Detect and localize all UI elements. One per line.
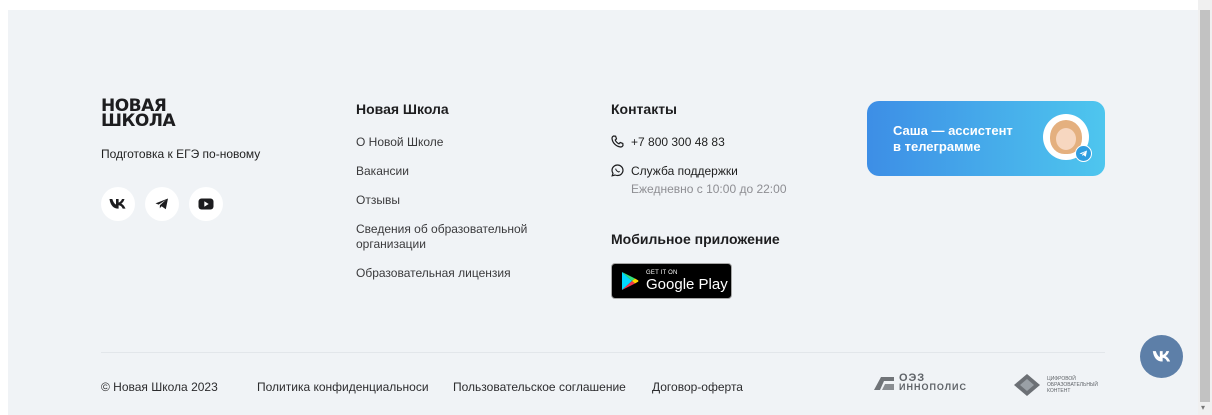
google-play-icon: [622, 272, 639, 290]
page-scrollbar[interactable]: ▾: [1198, 0, 1212, 415]
telegram-icon: [155, 198, 168, 210]
partner-digital-content-logo[interactable]: ЦИФРОВОЙ ОБРАЗОВАТЕЛЬНЫЙ КОНТЕНТ: [1013, 373, 1098, 397]
partner-innopolis-logo[interactable]: ОЭЗ ИННОПОЛИС: [873, 373, 967, 392]
school-links: О Новой Школе Вакансии Отзывы Сведения о…: [356, 135, 576, 295]
scroll-down-arrow-icon[interactable]: ▾: [1201, 404, 1205, 412]
social-links: [101, 187, 223, 221]
phone-row[interactable]: +7 800 300 48 83: [611, 135, 725, 149]
assistant-banner[interactable]: Саша — ассистент в телеграмме: [867, 101, 1105, 176]
vk-icon: [1152, 351, 1170, 362]
avatar-face: [1056, 128, 1076, 150]
vk-chat-float-button[interactable]: [1140, 335, 1183, 378]
brand-logo[interactable]: НОВАЯ ШКОЛА: [101, 98, 176, 131]
youtube-link[interactable]: [189, 187, 223, 221]
vk-icon: [109, 199, 126, 209]
contacts-title: Контакты: [611, 101, 678, 117]
innopolis-line2: ИННОПОЛИС: [899, 382, 967, 392]
support-hours: Ежедневно с 10:00 до 22:00: [631, 182, 787, 196]
footer-divider: [101, 352, 1105, 353]
innopolis-mark-icon: [874, 377, 894, 390]
logo-line2: ШКОЛА: [101, 111, 176, 131]
user-agreement-link[interactable]: Пользовательское соглашение: [453, 380, 626, 394]
license-link[interactable]: Образовательная лицензия: [356, 266, 576, 281]
store-big-text: Google Play: [646, 275, 728, 293]
school-column-title: Новая Школа: [356, 101, 449, 117]
reviews-link[interactable]: Отзывы: [356, 193, 576, 208]
telegram-link[interactable]: [145, 187, 179, 221]
phone-icon: [611, 135, 624, 148]
privacy-link[interactable]: Политика конфиденциальноси: [257, 380, 429, 394]
digital-line3: КОНТЕНТ: [1047, 388, 1071, 394]
about-link[interactable]: О Новой Школе: [356, 135, 576, 150]
support-label: Служба поддержки: [631, 164, 738, 178]
copyright: © Новая Школа 2023: [101, 380, 218, 394]
chat-icon: [611, 164, 624, 177]
google-play-button[interactable]: GET IT ON Google Play: [611, 263, 732, 299]
scrollbar-thumb[interactable]: [1200, 10, 1210, 402]
telegram-badge-icon: [1075, 145, 1092, 162]
assistant-avatar: [1043, 114, 1092, 162]
support-row[interactable]: Служба поддержки: [611, 164, 738, 178]
offer-link[interactable]: Договор-оферта: [652, 380, 743, 394]
youtube-icon: [198, 198, 214, 210]
assistant-line1: Саша — ассистент: [893, 123, 1013, 138]
vacancies-link[interactable]: Вакансии: [356, 164, 576, 179]
diamond-logo-icon: [1014, 374, 1040, 396]
mobile-app-title: Мобильное приложение: [611, 231, 780, 247]
brand-tagline: Подготовка к ЕГЭ по-новому: [101, 147, 261, 161]
assistant-line2: в телеграмме: [893, 139, 981, 154]
phone-number: +7 800 300 48 83: [631, 135, 725, 149]
vk-link[interactable]: [101, 187, 135, 221]
organization-info-link[interactable]: Сведения об образовательной организации: [356, 222, 576, 252]
